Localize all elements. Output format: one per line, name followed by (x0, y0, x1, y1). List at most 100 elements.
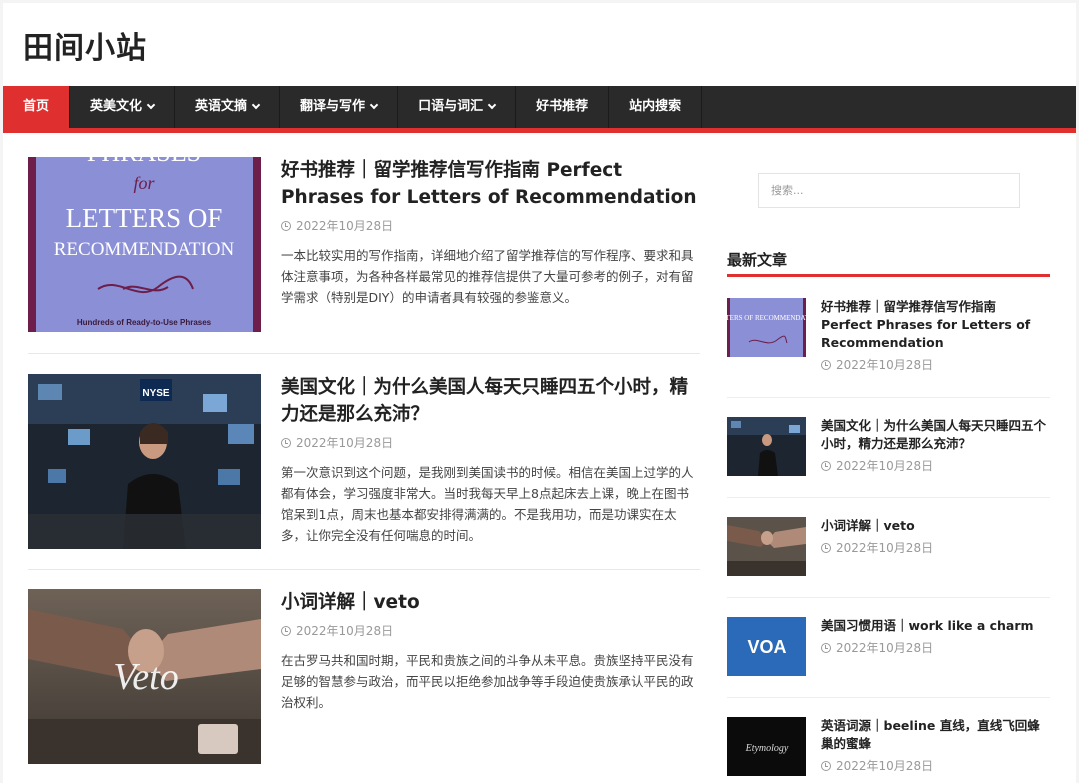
recent-divider (727, 597, 1050, 598)
cover-for-text: for (133, 173, 155, 193)
recent-post-body: 好书推荐｜留学推荐信写作指南 Perfect Phrases for Lette… (821, 298, 1051, 373)
clock-icon (281, 626, 291, 636)
page: 田间小站 首页 英美文化 英语文摘 翻译与写作 口语与词汇 好书推荐 站内搜索 … (3, 3, 1076, 783)
recent-post-date: 2022年10月28日 (836, 539, 933, 556)
recent-post-thumbnail[interactable] (727, 517, 806, 576)
post-thumbnail-trading-floor[interactable]: NYSE (28, 374, 261, 549)
clock-icon (281, 221, 291, 231)
clock-icon (821, 461, 831, 471)
recent-divider (727, 697, 1050, 698)
widget-title: 最新文章 (727, 249, 787, 270)
clock-icon (821, 543, 831, 553)
post-date: 2022年10月28日 (296, 622, 393, 639)
cover-line1-text: LETTERS OF (66, 203, 223, 233)
post-title[interactable]: 小词详解｜veto (281, 589, 701, 616)
post-excerpt: 第一次意识到这个问题，是我刚到美国读书的时候。相信在美国上过学的人都有体会，学习… (281, 462, 701, 546)
post-thumbnail-arm-wrestling[interactable]: Veto (28, 589, 261, 764)
post-excerpt: 一本比较实用的写作指南，详细地介绍了留学推荐信的写作程序、要求和具体注意事项，为… (281, 245, 701, 308)
widget-title-underline (727, 274, 1050, 277)
recent-post-thumbnail[interactable]: VOA (727, 617, 806, 676)
nav-item-search[interactable]: 站内搜索 (609, 86, 702, 128)
veto-thumb-text: Veto (113, 656, 178, 698)
recent-post-thumbnail[interactable]: LETTERS OF RECOMMENDATION (727, 298, 806, 357)
nav-label: 翻译与写作 (300, 86, 365, 128)
cover-footer-text: Hundreds of Ready-to-Use Phrases (77, 318, 212, 327)
nav-label: 口语与词汇 (418, 86, 483, 128)
recent-post-item: 小词详解｜veto 2022年10月28日 (727, 517, 1050, 579)
recent-post-item: Etymology 英语词源｜beeline 直线，直线飞回蜂巢的蜜蜂 2022… (727, 717, 1050, 783)
recent-post-item: VOA 美国习惯用语｜work like a charm 2022年10月28日 (727, 617, 1050, 679)
recent-post-body: 英语词源｜beeline 直线，直线飞回蜂巢的蜜蜂 2022年10月28日 (821, 717, 1051, 774)
recent-post-thumbnail[interactable]: Etymology (727, 717, 806, 776)
post-title[interactable]: 好书推荐｜留学推荐信写作指南 Perfect Phrases for Lette… (281, 157, 701, 211)
search-input[interactable]: 搜索... (758, 173, 1020, 208)
recent-post-date: 2022年10月28日 (836, 757, 933, 774)
recent-divider (727, 497, 1050, 498)
recent-post-date: 2022年10月28日 (836, 356, 933, 373)
recent-post-title[interactable]: 美国习惯用语｜work like a charm (821, 617, 1051, 635)
post-meta: 2022年10月28日 (281, 217, 701, 234)
post-meta: 2022年10月28日 (281, 622, 701, 639)
post-thumbnail-book-cover[interactable]: PHRASES for LETTERS OF RECOMMENDATION Hu… (28, 157, 261, 332)
nav-item-home[interactable]: 首页 (3, 86, 70, 128)
recent-post-title[interactable]: 好书推荐｜留学推荐信写作指南 Perfect Phrases for Lette… (821, 298, 1051, 352)
nav-label: 好书推荐 (536, 86, 588, 128)
post-body: 小词详解｜veto 2022年10月28日 在古罗马共和国时期，平民和贵族之间的… (281, 589, 701, 713)
recent-post-body: 美国习惯用语｜work like a charm 2022年10月28日 (821, 617, 1051, 656)
clock-icon (821, 360, 831, 370)
main-nav: 首页 英美文化 英语文摘 翻译与写作 口语与词汇 好书推荐 站内搜索 (3, 86, 1076, 128)
voa-logo-text: VOA (747, 637, 786, 657)
post-date: 2022年10月28日 (296, 434, 393, 451)
recent-post-meta: 2022年10月28日 (821, 356, 1051, 373)
nav-accent-bar (3, 128, 1076, 133)
recent-post-meta: 2022年10月28日 (821, 757, 1051, 774)
post-divider (28, 569, 700, 570)
nyse-sign-text: NYSE (142, 388, 170, 399)
recent-post-title[interactable]: 英语词源｜beeline 直线，直线飞回蜂巢的蜜蜂 (821, 717, 1051, 753)
post-body: 好书推荐｜留学推荐信写作指南 Perfect Phrases for Lette… (281, 157, 701, 308)
recent-post-meta: 2022年10月28日 (821, 639, 1051, 656)
post-body: 美国文化｜为什么美国人每天只睡四五个小时，精力还是那么充沛？ 2022年10月2… (281, 374, 701, 546)
site-title[interactable]: 田间小站 (23, 23, 147, 67)
recent-post-item: 美国文化｜为什么美国人每天只睡四五个小时，精力还是那么充沛？ 2022年10月2… (727, 417, 1050, 479)
chevron-down-icon (147, 101, 155, 109)
nav-label: 英美文化 (90, 86, 142, 128)
recent-post-meta: 2022年10月28日 (821, 539, 1051, 556)
post-meta: 2022年10月28日 (281, 434, 701, 451)
cover-line2-text: RECOMMENDATION (54, 239, 235, 260)
chevron-down-icon (370, 101, 378, 109)
post-title[interactable]: 美国文化｜为什么美国人每天只睡四五个小时，精力还是那么充沛？ (281, 374, 701, 428)
clock-icon (821, 761, 831, 771)
nav-item-speaking[interactable]: 口语与词汇 (398, 86, 516, 128)
recent-thumb-text: LETTERS OF RECOMMENDATION (727, 314, 806, 322)
chevron-down-icon (488, 101, 496, 109)
recent-post-thumbnail[interactable] (727, 417, 806, 476)
nav-label: 首页 (23, 86, 49, 128)
clock-icon (821, 643, 831, 653)
site-header: 田间小站 (3, 3, 1076, 86)
post-excerpt: 在古罗马共和国时期，平民和贵族之间的斗争从未平息。贵族坚持平民没有足够的智慧参与… (281, 650, 701, 713)
nav-label: 站内搜索 (629, 86, 681, 128)
post-item: PHRASES for LETTERS OF RECOMMENDATION Hu… (28, 157, 700, 335)
nav-item-books[interactable]: 好书推荐 (516, 86, 609, 128)
nav-item-culture[interactable]: 英美文化 (70, 86, 175, 128)
post-date: 2022年10月28日 (296, 217, 393, 234)
post-item: NYSE 美国文化｜为什么美国人每天只睡四五个小时，精力还是那么充沛？ 2022… (28, 374, 700, 552)
chevron-down-icon (252, 101, 260, 109)
post-item: Veto 小词详解｜veto 2022年10月28日 在古罗马共和国时期，平民和… (28, 589, 700, 767)
recent-divider (727, 397, 1050, 398)
nav-item-translation[interactable]: 翻译与写作 (280, 86, 398, 128)
clock-icon (281, 438, 291, 448)
recent-post-title[interactable]: 小词详解｜veto (821, 517, 1051, 535)
recent-post-item: LETTERS OF RECOMMENDATION 好书推荐｜留学推荐信写作指南… (727, 298, 1050, 378)
recent-post-body: 美国文化｜为什么美国人每天只睡四五个小时，精力还是那么充沛？ 2022年10月2… (821, 417, 1051, 474)
cover-top-text: PHRASES (87, 157, 201, 167)
etymology-thumb-text: Etymology (745, 743, 789, 754)
recent-post-date: 2022年10月28日 (836, 639, 933, 656)
recent-post-date: 2022年10月28日 (836, 457, 933, 474)
nav-item-digest[interactable]: 英语文摘 (175, 86, 280, 128)
recent-post-meta: 2022年10月28日 (821, 457, 1051, 474)
nav-label: 英语文摘 (195, 86, 247, 128)
recent-post-title[interactable]: 美国文化｜为什么美国人每天只睡四五个小时，精力还是那么充沛？ (821, 417, 1051, 453)
recent-post-body: 小词详解｜veto 2022年10月28日 (821, 517, 1051, 556)
